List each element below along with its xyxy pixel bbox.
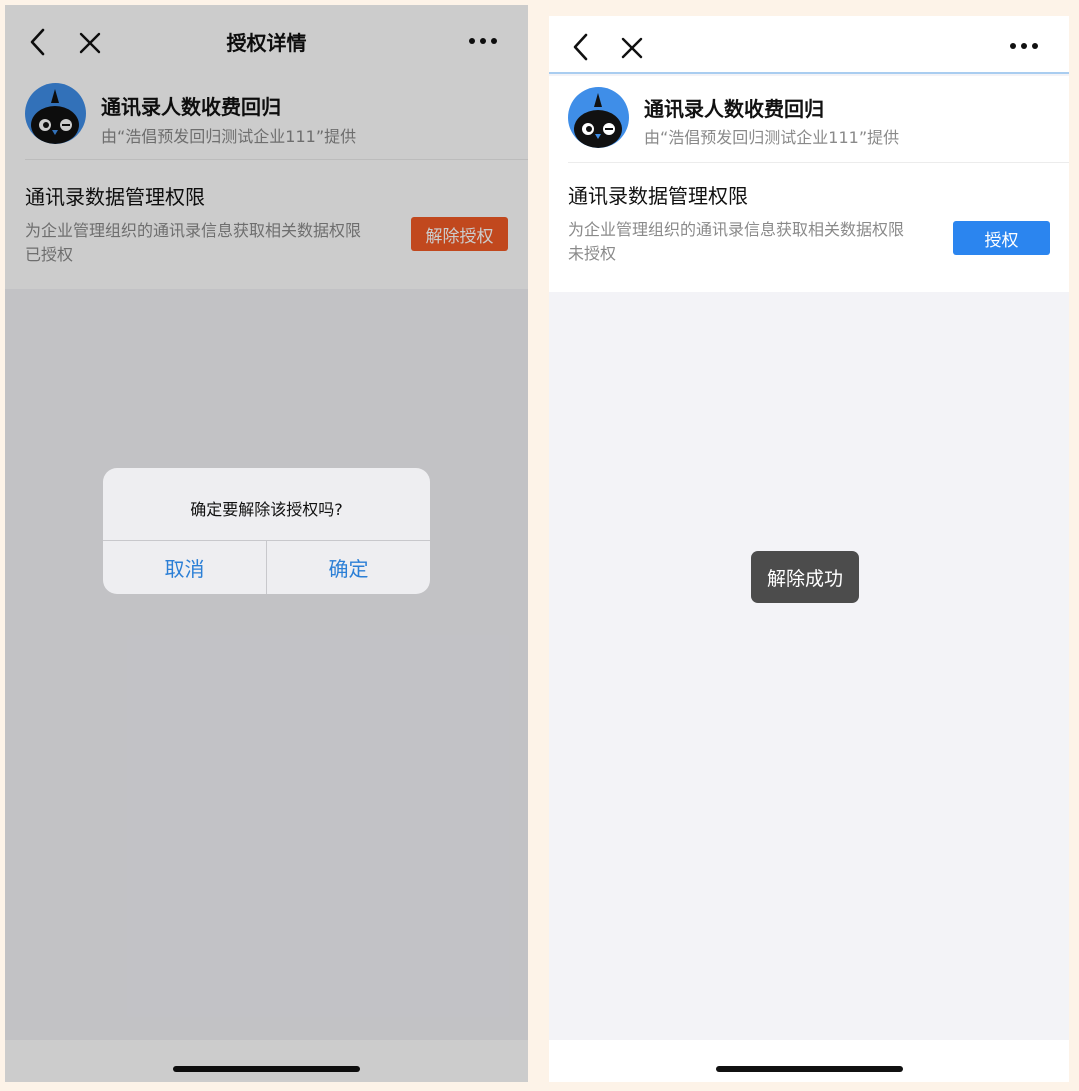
- permission-title: 通讯录数据管理权限: [568, 184, 748, 208]
- nav-bar: [549, 16, 1069, 74]
- dialog-message: 确定要解除该授权吗?: [190, 500, 343, 519]
- permission-description: 为企业管理组织的通讯录信息获取相关数据权限: [568, 220, 905, 239]
- close-button[interactable]: [617, 33, 647, 63]
- app-name: 通讯录人数收费回归: [644, 97, 824, 121]
- back-button[interactable]: [566, 30, 596, 64]
- app-avatar: [568, 87, 629, 148]
- grant-authorization-button[interactable]: 授权: [953, 221, 1050, 255]
- confirm-dialog: 确定要解除该授权吗? 取消 确定: [103, 468, 430, 594]
- app-provider: 由“浩倡预发回归测试企业111”提供: [644, 128, 900, 147]
- home-bar: [549, 1040, 1069, 1082]
- more-button[interactable]: [1004, 36, 1044, 56]
- app-card: 通讯录人数收费回归 由“浩倡预发回归测试企业111”提供 通讯录数据管理权限 为…: [549, 76, 1069, 292]
- right-screen: 通讯录人数收费回归 由“浩倡预发回归测试企业111”提供 通讯录数据管理权限 为…: [549, 16, 1069, 1082]
- confirm-button[interactable]: 确定: [267, 541, 430, 594]
- permission-status: 未授权: [568, 244, 617, 263]
- close-icon: [621, 37, 643, 59]
- chevron-left-icon: [573, 33, 588, 61]
- toast: 解除成功: [751, 551, 859, 603]
- home-indicator[interactable]: [716, 1066, 903, 1072]
- divider: [568, 162, 1069, 163]
- bird-avatar-icon: [574, 93, 622, 148]
- more-dots-icon: [1010, 43, 1038, 49]
- left-screen: 授权详情 通讯录人数收费回归 由“浩倡预发回归测试企业111”提供 通讯录数据管…: [5, 5, 528, 1082]
- cancel-button[interactable]: 取消: [103, 541, 266, 594]
